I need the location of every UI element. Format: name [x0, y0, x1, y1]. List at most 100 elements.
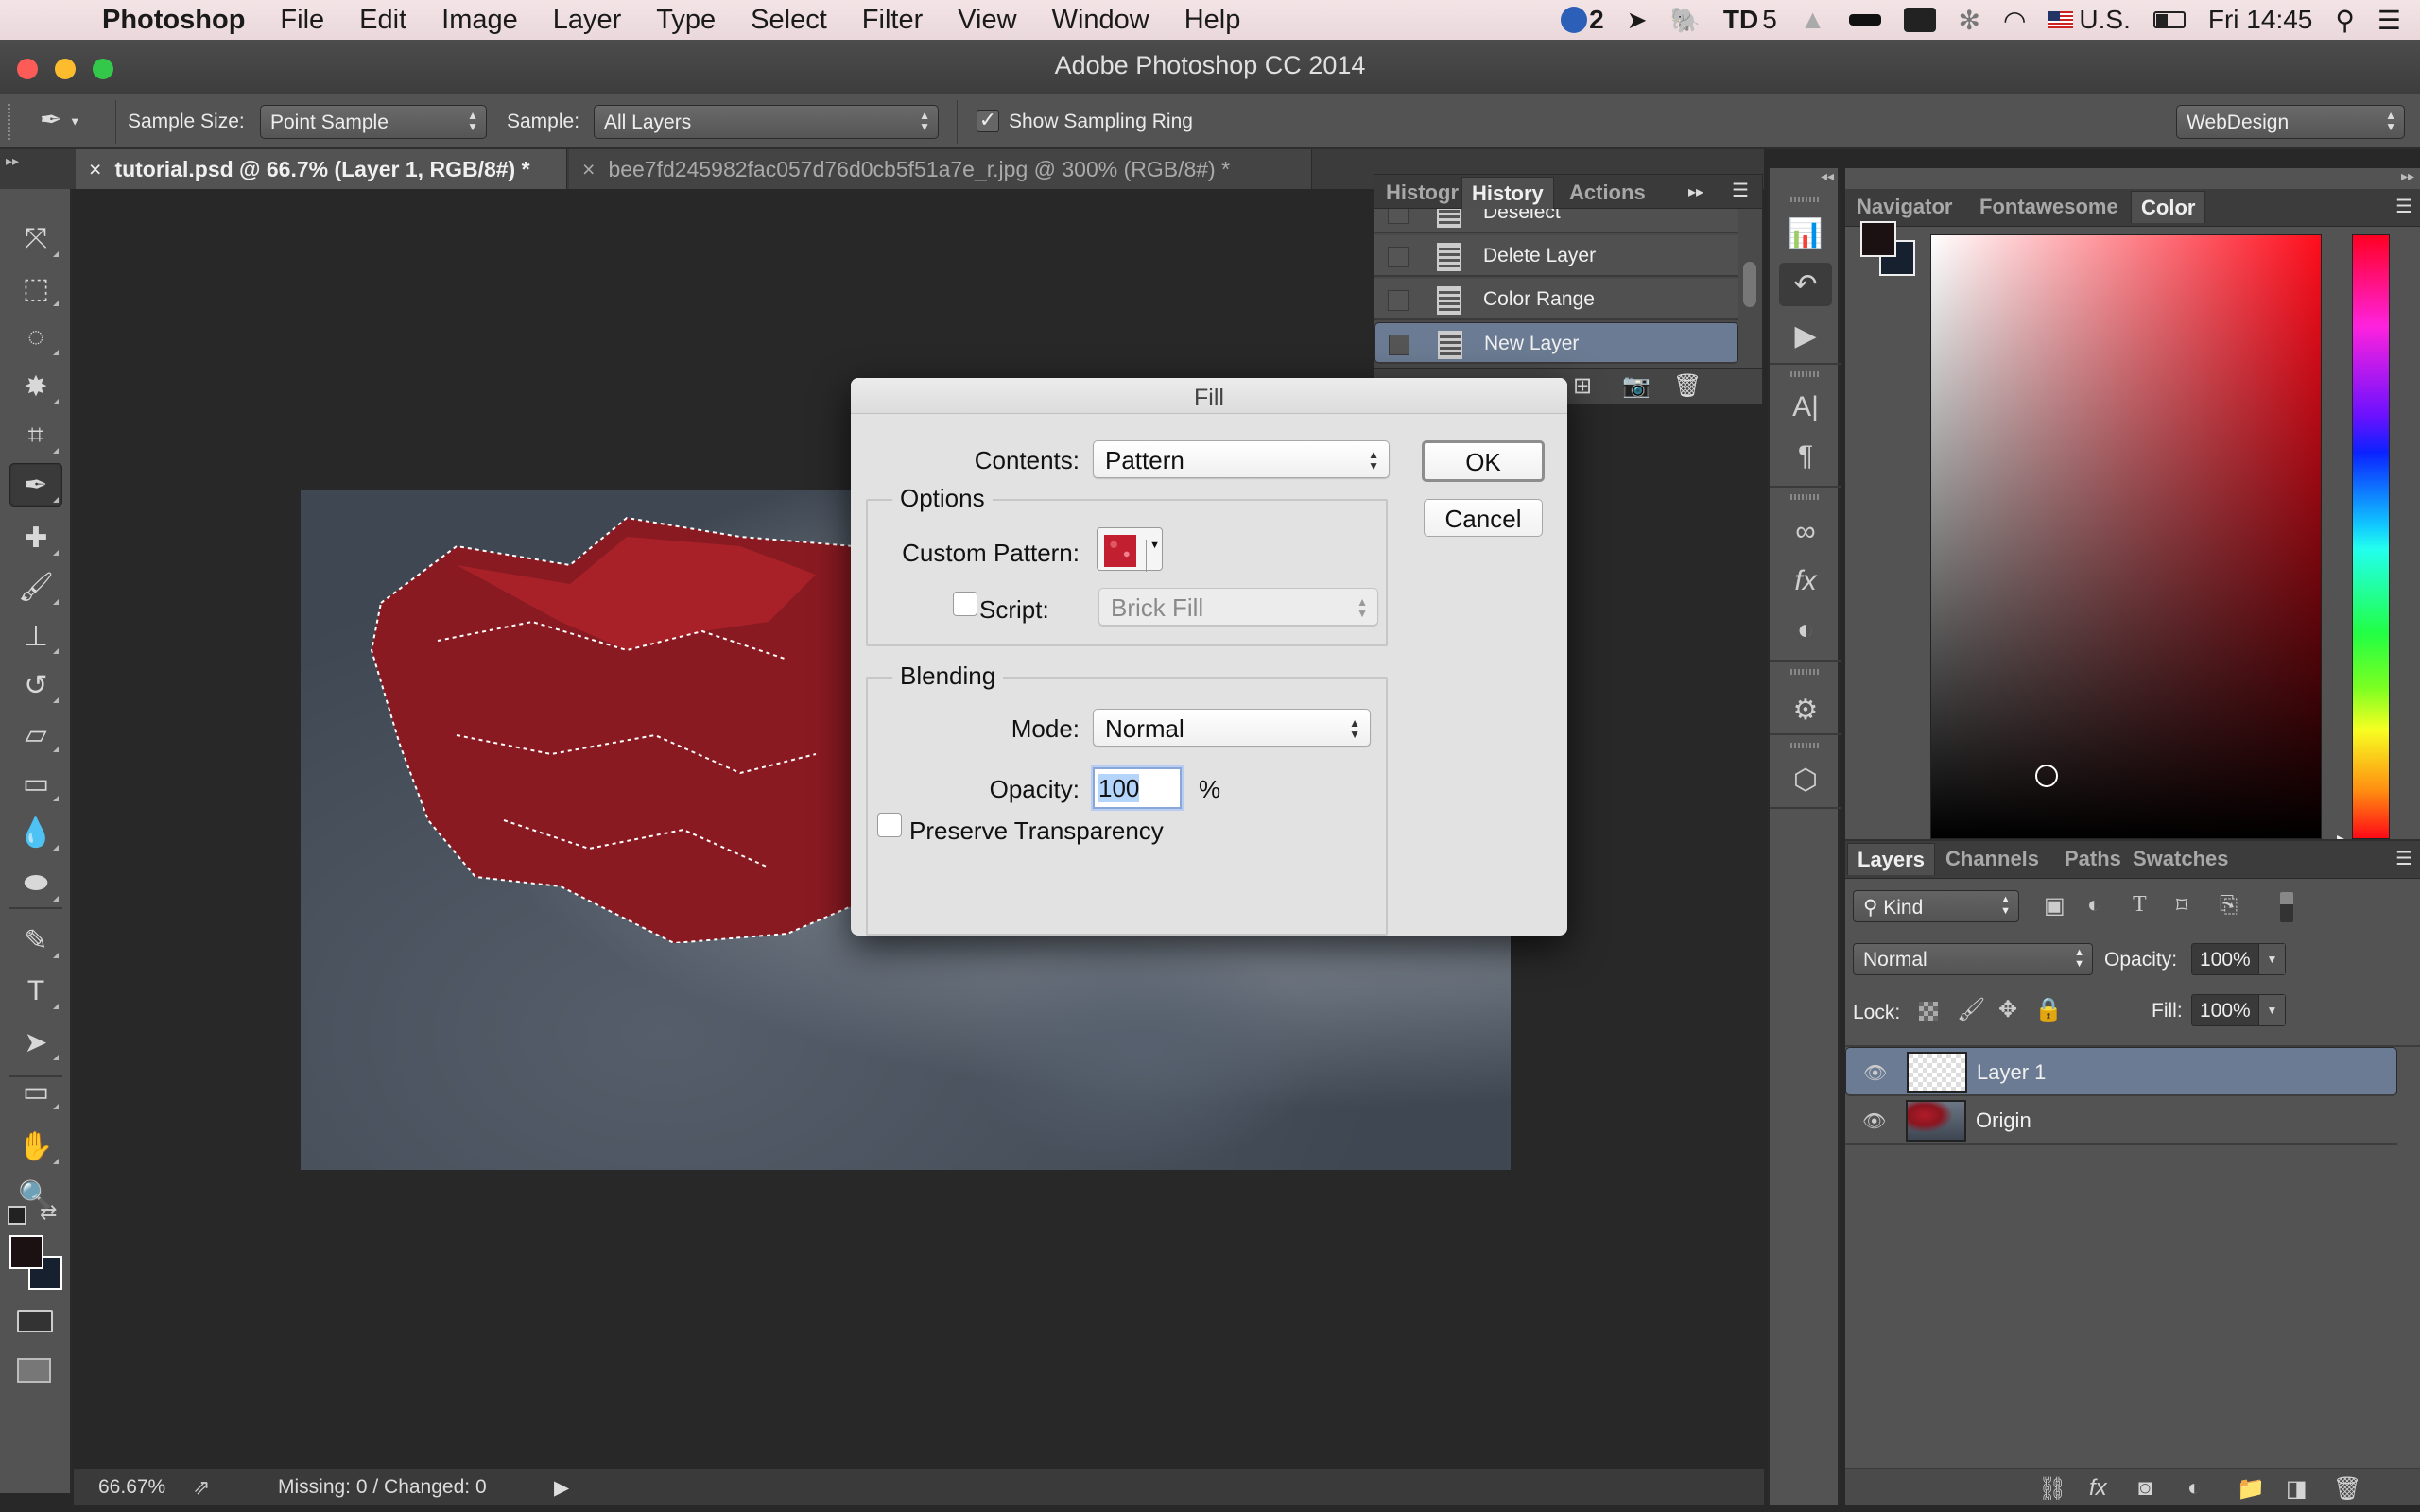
quick-mask-icon[interactable] — [17, 1310, 53, 1332]
filter-adjustment-layers-icon[interactable]: ◐ — [2087, 892, 2101, 919]
bluetooth-icon[interactable]: ✻ — [1959, 5, 1980, 36]
blur-tool[interactable]: 💧 — [9, 811, 62, 854]
paragraph-panel-icon[interactable]: ¶ — [1779, 435, 1832, 478]
sample-size-select[interactable]: Point Sample ▲ ▼ — [260, 105, 487, 139]
screen-mode-icon[interactable] — [17, 1358, 51, 1383]
sample-select[interactable]: All Layers ▲ ▼ — [594, 105, 939, 139]
chevron-down-icon[interactable]: ▼ — [2258, 995, 2285, 1025]
chevron-down-icon[interactable]: ▼ — [2258, 944, 2285, 974]
filter-type-layers-icon[interactable]: T — [2133, 892, 2147, 918]
new-layer-icon[interactable]: ◨ — [2286, 1475, 2308, 1503]
default-colors-icon[interactable] — [8, 1206, 26, 1225]
eyedropper-tool[interactable]: ✒ — [9, 463, 62, 507]
move-tool[interactable]: ⤧ — [9, 217, 62, 261]
panel-menu-icon[interactable]: ☰ — [1732, 179, 1749, 202]
menu-app-name[interactable]: Photoshop — [102, 5, 245, 36]
hue-slider[interactable] — [2352, 234, 2390, 839]
input-source[interactable]: U.S. — [2048, 5, 2131, 35]
menu-select[interactable]: Select — [751, 5, 827, 36]
lock-position-move-icon[interactable]: ✥ — [1998, 996, 2017, 1023]
layer-row[interactable]: 👁 Origin — [1845, 1096, 2397, 1145]
history-state[interactable]: Deselect — [1374, 209, 1738, 233]
link-layers-icon[interactable]: ⛓ — [2038, 1475, 2066, 1503]
expand-panel-icon[interactable]: ▸▸ — [1688, 182, 1703, 201]
close-tab-icon[interactable]: × — [89, 157, 101, 181]
history-brush-source-checkbox[interactable] — [1388, 290, 1409, 311]
status-menu-arrow-icon[interactable]: ▶ — [554, 1476, 569, 1500]
layer-fill-input[interactable]: 100% ▼ — [2191, 994, 2286, 1026]
filter-smart-objects-icon[interactable]: ⎘ — [2220, 892, 2238, 919]
notification-center-icon[interactable]: ☰ — [2377, 5, 2401, 36]
new-document-from-state-icon[interactable]: ⊞ — [1573, 372, 1592, 400]
clock[interactable]: Fri 14:45 — [2208, 5, 2313, 35]
histogram-panel-icon[interactable]: 📊 — [1779, 212, 1832, 255]
path-selection-tool[interactable]: ➤ — [9, 1021, 62, 1064]
preserve-transparency-checkbox[interactable] — [877, 813, 902, 837]
menu-file[interactable]: File — [280, 5, 324, 36]
spotlight-search-icon[interactable]: ⚲ — [2335, 5, 2355, 36]
preserve-transparency-label[interactable]: Preserve Transparency — [909, 816, 1164, 846]
wifi-icon[interactable]: ◠ — [2003, 5, 2026, 36]
filter-shape-layers-icon[interactable]: ⌑ — [2176, 892, 2187, 919]
healing-brush-tool[interactable]: ✚ — [9, 516, 62, 559]
lasso-tool[interactable]: ◌ — [9, 316, 62, 359]
new-snapshot-camera-icon[interactable]: 📷 — [1622, 372, 1651, 400]
layer-opacity-input[interactable]: 100% ▼ — [2191, 943, 2286, 975]
actions-panel-icon[interactable]: ▶ — [1779, 314, 1832, 357]
gradient-tool[interactable]: ▭ — [9, 762, 62, 805]
menu-type[interactable]: Type — [656, 5, 716, 36]
3d-panel-icon[interactable]: ⬡ — [1779, 758, 1832, 801]
expand-panels-icon[interactable]: ▸▸ — [2401, 168, 2414, 184]
zoom-level[interactable]: 66.67% — [98, 1476, 165, 1499]
filter-toggle[interactable] — [2280, 892, 2293, 922]
menu-extra-icon[interactable] — [1848, 14, 1881, 26]
doc-tab-tutorial[interactable]: × tutorial.psd @ 66.7% (Layer 1, RGB/8#) … — [76, 149, 567, 189]
share-icon[interactable]: ⇗ — [193, 1475, 210, 1500]
color-picker-ring[interactable] — [2035, 765, 2058, 787]
swap-colors-icon[interactable]: ⇄ — [40, 1200, 57, 1225]
layer-visibility-eye-icon[interactable]: 👁 — [1863, 1061, 1887, 1084]
lock-image-pixels-brush-icon[interactable]: 🖌 — [1957, 996, 1985, 1023]
add-layer-style-fx-icon[interactable]: fx — [2089, 1475, 2107, 1502]
filter-pixel-layers-icon[interactable]: ▣ — [2044, 892, 2066, 919]
delete-layer-trash-icon[interactable]: 🗑 — [2333, 1475, 2361, 1503]
tab-channels[interactable]: Channels — [1936, 843, 2048, 875]
contents-select[interactable]: Pattern ▲ ▼ — [1093, 440, 1390, 478]
panel-menu-icon[interactable]: ☰ — [2395, 195, 2412, 218]
tab-swatches[interactable]: Swatches — [2123, 843, 2238, 875]
menu-image[interactable]: Image — [441, 5, 518, 36]
tab-fontawesome[interactable]: Fontawesome — [1970, 191, 2128, 223]
dock-grip[interactable] — [1790, 371, 1821, 377]
creative-cloud-status-icon[interactable]: 2 — [1561, 5, 1604, 35]
new-adjustment-layer-icon[interactable]: ◐ — [2187, 1475, 2202, 1502]
history-scrollbar[interactable] — [1743, 262, 1756, 307]
doc-tab-jpg[interactable]: × bee7fd245982fac057d76d0cb5f51a7e_r.jpg … — [569, 149, 1312, 189]
close-tab-icon[interactable]: × — [582, 157, 595, 181]
hand-tool[interactable]: ✋ — [9, 1125, 62, 1168]
menu-window[interactable]: Window — [1052, 5, 1150, 36]
history-panel-icon[interactable]: ↶ — [1779, 263, 1832, 306]
tab-histogram[interactable]: Histogr — [1376, 177, 1468, 209]
add-mask-icon[interactable]: ◙ — [2138, 1475, 2152, 1502]
history-brush-source-checkbox[interactable] — [1388, 247, 1409, 267]
history-brush-source-checkbox[interactable] — [1388, 209, 1409, 224]
battery-icon[interactable] — [2152, 11, 2186, 28]
tab-history[interactable]: History — [1461, 177, 1554, 209]
opacity-input[interactable]: 100 — [1093, 767, 1182, 809]
color-spectrum-field[interactable] — [1930, 234, 2322, 839]
paper-plane-icon[interactable]: ➤ — [1627, 6, 1648, 35]
collapse-dock-icon[interactable]: ◂◂ — [1821, 168, 1834, 184]
lock-all-padlock-icon[interactable]: 🔒 — [2034, 996, 2063, 1023]
marquee-tool[interactable]: ⬚ — [9, 266, 62, 310]
tab-layers[interactable]: Layers — [1847, 843, 1935, 875]
history-brush-tool[interactable]: ↺ — [9, 663, 62, 707]
td-status-icon[interactable]: TD 5 — [1723, 5, 1777, 35]
dock-grip[interactable] — [1790, 743, 1821, 748]
menu-edit[interactable]: Edit — [359, 5, 406, 36]
kuler-panel-icon[interactable]: ⚙ — [1779, 688, 1832, 731]
dock-grip[interactable] — [1790, 669, 1821, 675]
menu-view[interactable]: View — [958, 5, 1016, 36]
layer-row[interactable]: 👁 Layer 1 — [1845, 1047, 2397, 1096]
layer-blend-mode-select[interactable]: Normal ▲ ▼ — [1853, 943, 2093, 975]
layer-filter-kind-select[interactable]: ⚲ Kind ▲ ▼ — [1853, 890, 2019, 922]
